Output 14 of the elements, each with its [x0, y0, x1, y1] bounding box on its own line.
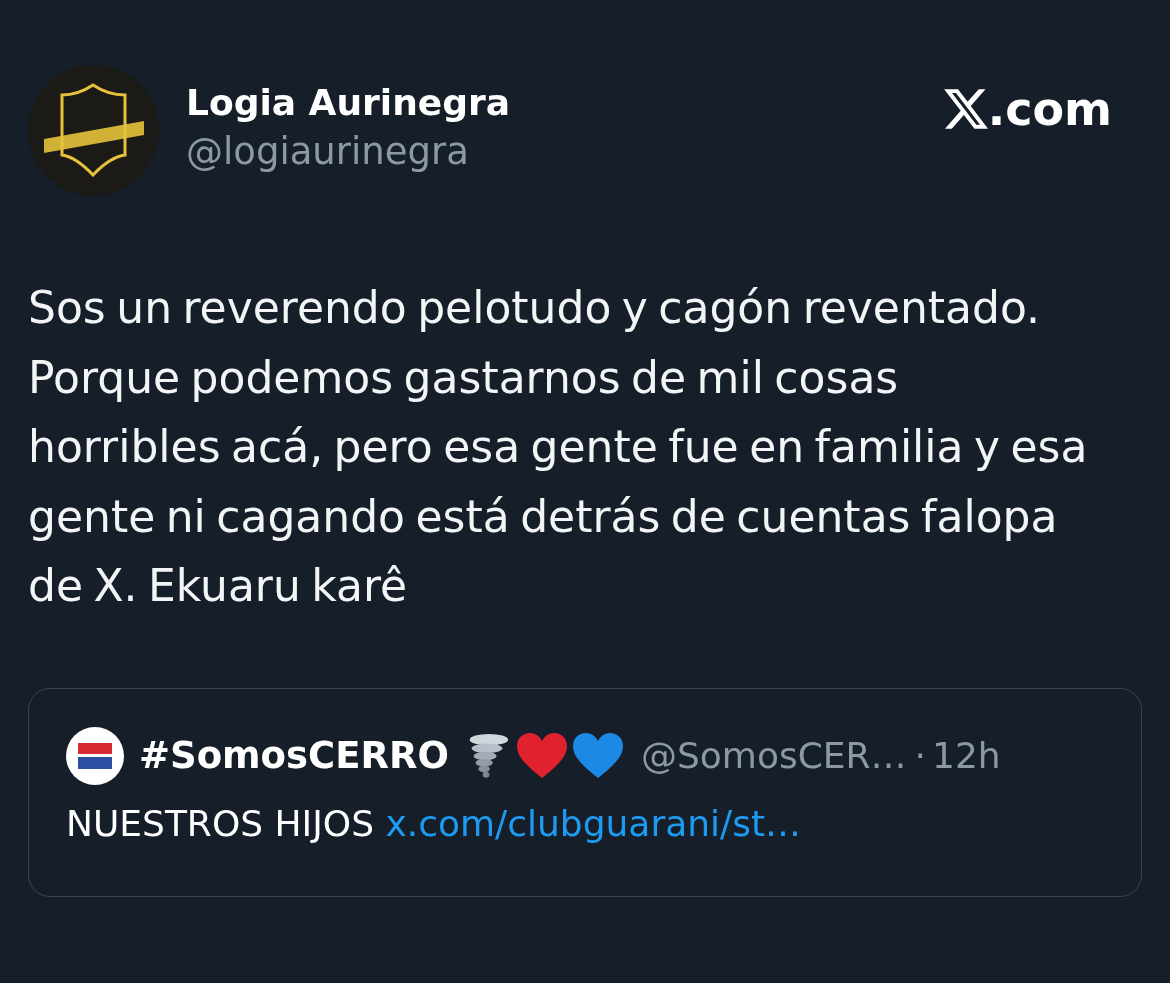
quoted-post-card[interactable]: #SomosCERRO @SomosCER… · 12h NUESTROS HIJOS x.com/clubguarani/st…: [28, 687, 1142, 897]
post-text: Sos un reverendo pelotudo y cagón reventado. Porque podemos gastarnos de mil cosas horribles acá, pero esa gente fue en familia y esa gente ni cagando está detrás de cuentas falopa de X. Ekuaru karê: [28, 281, 1089, 613]
club-avatar-icon: [66, 726, 124, 785]
brand-domain-text: .com: [987, 83, 1112, 135]
quoted-author-name: #SomosCERRO: [139, 732, 449, 779]
shield-avatar-icon[interactable]: [28, 65, 159, 196]
post-time: 12h: [932, 733, 1001, 778]
author-name: Logia Aurinegra: [186, 81, 511, 125]
dot-separator: ·: [914, 733, 926, 778]
quoted-post-text: NUESTROS HIJOS x.com/clubguarani/st…: [66, 801, 803, 846]
quoted-author-handle: @SomosCER…: [640, 733, 907, 778]
x-logo-icon: [943, 89, 988, 129]
author-handle: @logiaurinegra: [186, 129, 470, 175]
post-link[interactable]: x.com/clubguarani/st…: [385, 802, 802, 844]
